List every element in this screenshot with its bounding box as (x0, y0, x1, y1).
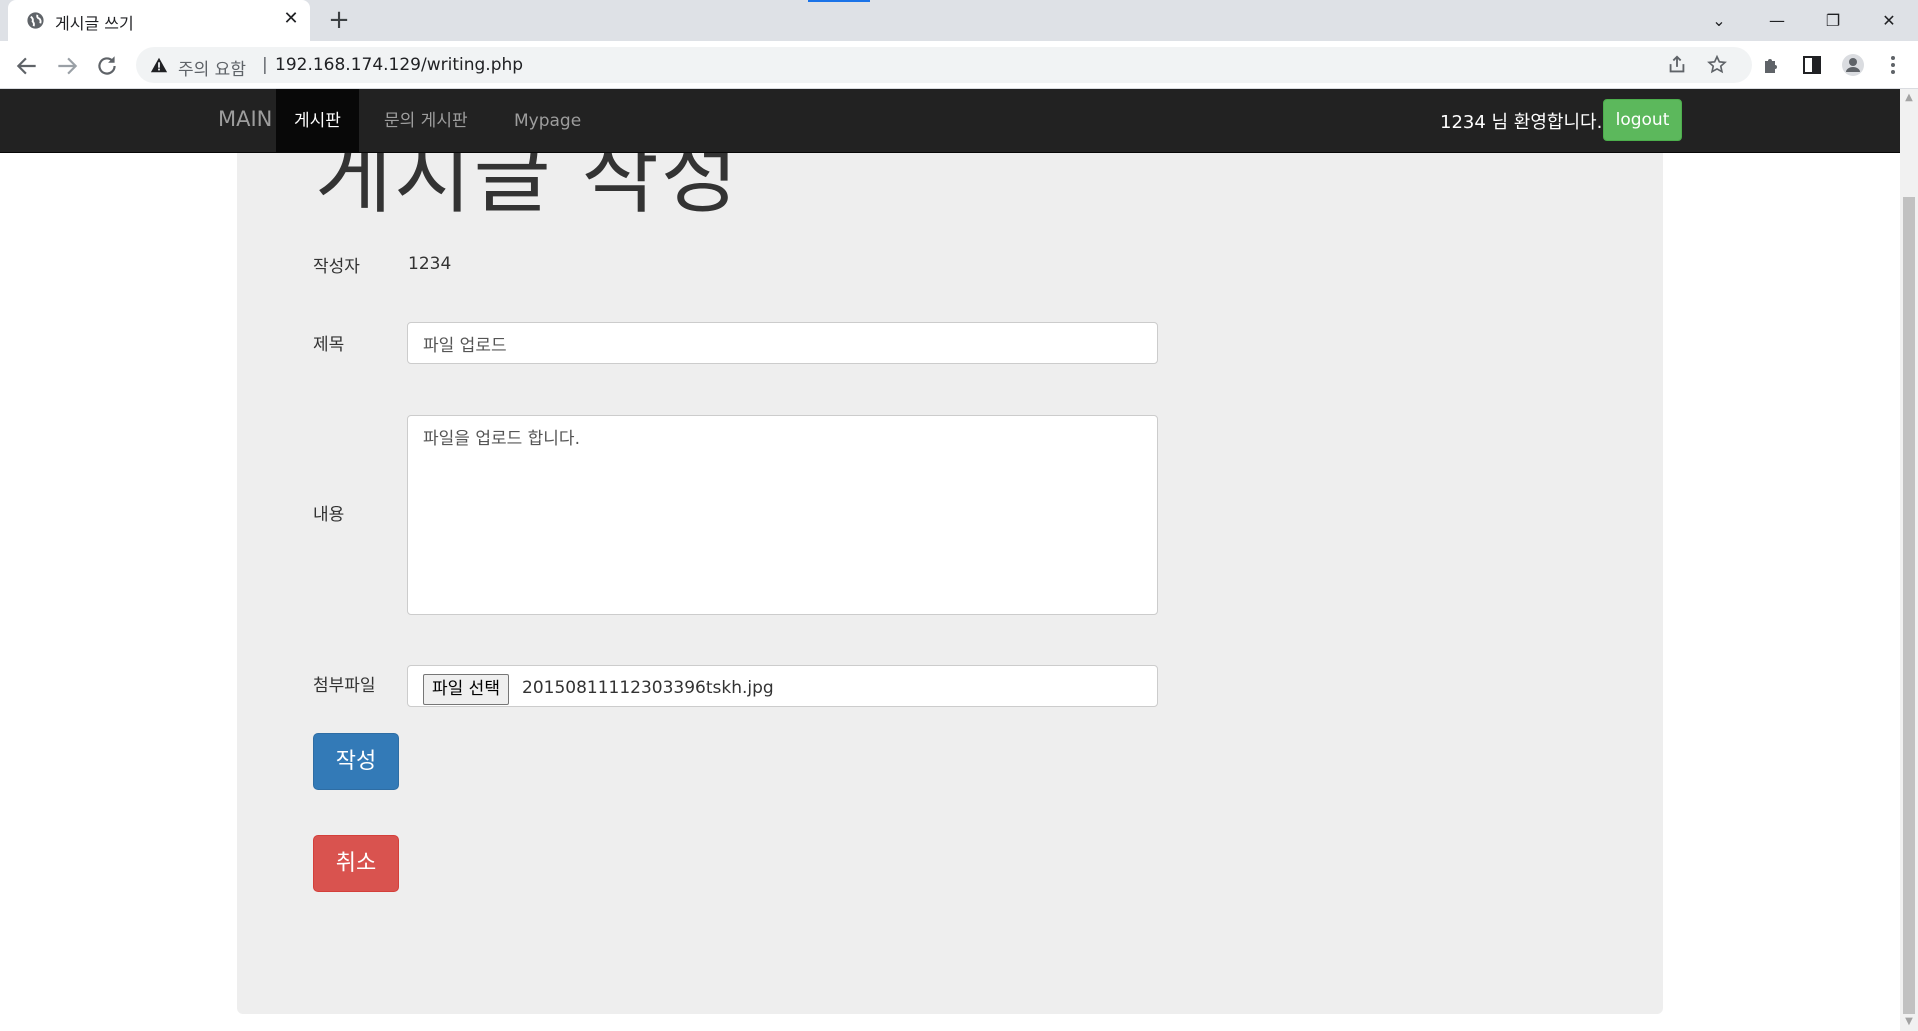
forward-arrow-icon[interactable] (54, 53, 80, 79)
welcome-message: 1234 님 환영합니다. (1440, 112, 1603, 133)
minimize-icon[interactable]: — (1764, 8, 1790, 34)
scroll-up-arrow-icon[interactable]: ▲ (1904, 93, 1914, 103)
brand-link[interactable]: MAIN (218, 107, 272, 131)
browser-tabstrip: 게시글 쓰기 ✕ + ⌄ — ❐ ✕ (0, 0, 1918, 41)
top-navbar: MAIN 게시판 문의 게시판 Mypage 1234 님 환영합니다. log… (0, 89, 1900, 153)
url-separator: | (262, 55, 268, 75)
browser-menu-icon[interactable] (1881, 53, 1905, 77)
window-close-icon[interactable]: ✕ (1876, 8, 1902, 34)
content-textarea[interactable]: 파일을 업로드 합니다. (407, 415, 1158, 615)
bookmark-star-icon[interactable] (1706, 54, 1728, 76)
cancel-button[interactable]: 취소 (313, 835, 399, 892)
selected-file-name: 20150811112303396tskh.jpg (522, 678, 774, 698)
side-panel-icon[interactable] (1800, 53, 1824, 77)
title-label: 제목 (313, 335, 345, 355)
url-text[interactable]: 192.168.174.129/writing.php (275, 55, 523, 75)
attachment-label: 첨부파일 (313, 676, 376, 696)
tab-search-icon[interactable]: ⌄ (1706, 8, 1732, 34)
author-value: 1234 (408, 254, 452, 274)
address-bar[interactable]: 주의 요함 | 192.168.174.129/writing.php (136, 47, 1752, 83)
logout-button[interactable]: logout (1603, 99, 1682, 141)
nav-item-board[interactable]: 게시판 (276, 89, 359, 153)
file-choose-button[interactable]: 파일 선택 (423, 674, 509, 705)
profile-avatar-icon[interactable] (1841, 53, 1865, 77)
share-icon[interactable] (1666, 54, 1688, 76)
warning-icon (150, 57, 168, 73)
extensions-puzzle-icon[interactable] (1760, 53, 1784, 77)
back-arrow-icon[interactable] (14, 53, 40, 79)
author-label: 작성자 (313, 257, 360, 277)
file-input[interactable] (407, 665, 1158, 707)
new-tab-button[interactable]: + (326, 7, 352, 34)
browser-toolbar: 주의 요함 | 192.168.174.129/writing.php (0, 41, 1918, 89)
reload-icon[interactable] (94, 53, 120, 79)
tab-loading-indicator (808, 0, 870, 2)
scroll-thumb[interactable] (1903, 197, 1915, 1014)
title-input[interactable]: 파일 업로드 (407, 322, 1158, 364)
scroll-down-arrow-icon[interactable]: ▼ (1904, 1017, 1914, 1027)
nav-item-mypage[interactable]: Mypage (496, 89, 599, 153)
nav-item-inquiry-board[interactable]: 문의 게시판 (366, 89, 486, 153)
content-label: 내용 (313, 505, 345, 525)
browser-tab[interactable]: 게시글 쓰기 ✕ (8, 0, 310, 41)
globe-icon (27, 12, 44, 29)
maximize-icon[interactable]: ❐ (1820, 8, 1846, 34)
page-viewport: 게시글 작성 MAIN 게시판 문의 게시판 Mypage 1234 님 환영합… (0, 89, 1900, 1031)
security-warning-label[interactable]: 주의 요함 (178, 55, 246, 80)
tab-close-icon[interactable]: ✕ (280, 8, 302, 30)
submit-button[interactable]: 작성 (313, 733, 399, 790)
page-scrollbar[interactable]: ▲ ▼ (1900, 89, 1918, 1031)
tab-title: 게시글 쓰기 (55, 14, 134, 33)
